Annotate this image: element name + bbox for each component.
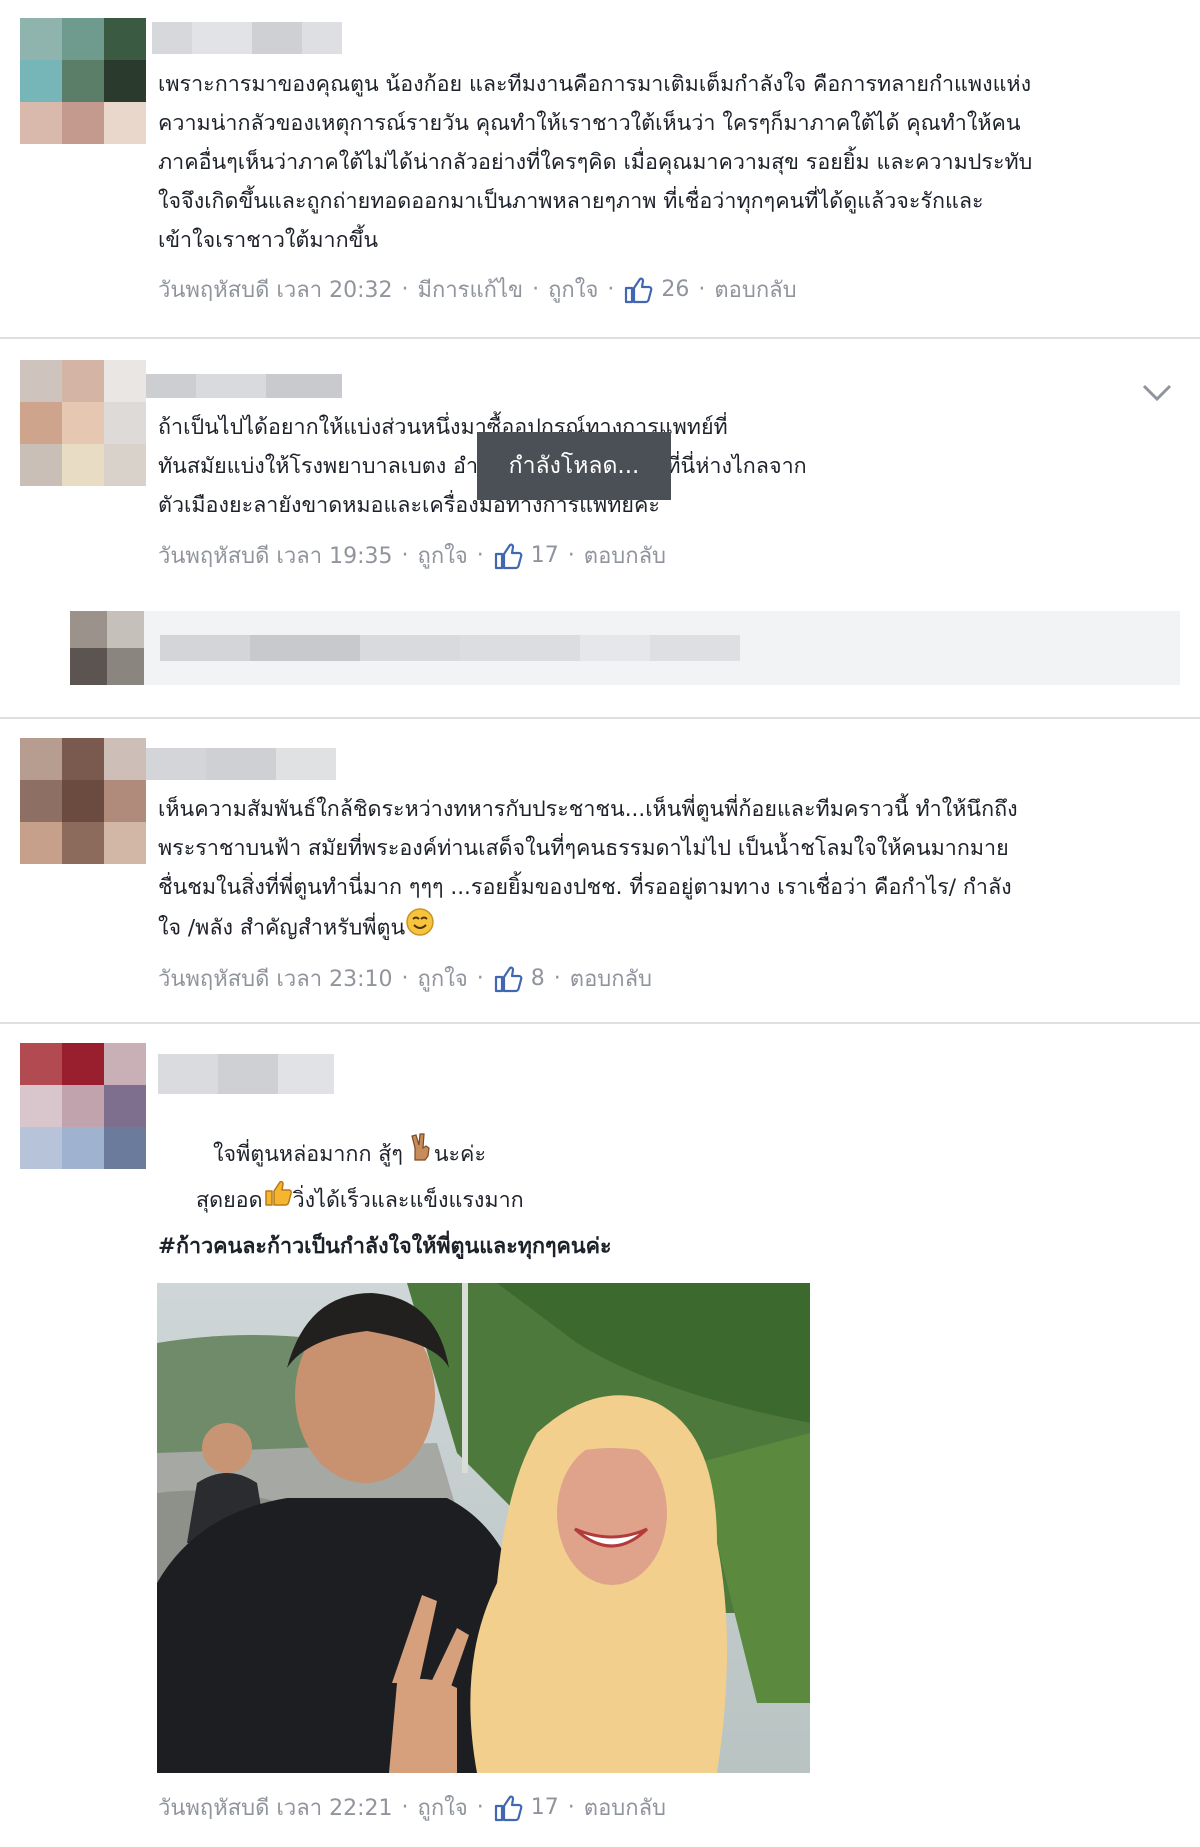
avatar[interactable] [20, 360, 146, 486]
comment-meta: วันพฤหัสบดี เวลา 22:21 · ถูกใจ · 17 · ตอ… [158, 1790, 666, 1825]
reply-preview-text [160, 635, 800, 661]
comment-text: เห็นความสัมพันธ์ใกล้ชิดระหว่างทหารกับประ… [158, 790, 1018, 950]
loading-tooltip: กำลังโหลด... [477, 432, 671, 500]
divider [0, 1022, 1200, 1024]
comment-photo[interactable] [157, 1283, 810, 1773]
comment-meta: วันพฤหัสบดี เวลา 23:10 · ถูกใจ · 8 · ตอบ… [158, 961, 652, 996]
hashtag[interactable]: #ก้าวคนละก้าวเป็นกำลังใจให้พี่ตูนและทุกๆ… [158, 1224, 612, 1269]
commenter-name[interactable] [146, 748, 336, 780]
avatar[interactable] [20, 1043, 146, 1169]
smiling-face-emoji-icon [405, 907, 435, 950]
like-count: 8 [530, 966, 545, 991]
chevron-down-icon[interactable] [1142, 383, 1172, 403]
commenter-name[interactable] [146, 374, 342, 398]
thumbs-up-emoji-icon [263, 1178, 293, 1224]
like-button[interactable]: ถูกใจ [418, 1790, 468, 1825]
timestamp[interactable]: วันพฤหัสบดี เวลา 23:10 [158, 961, 393, 996]
reply-button[interactable]: ตอบกลับ [584, 1790, 666, 1825]
divider [0, 337, 1200, 339]
like-count: 17 [530, 543, 559, 568]
edited-label[interactable]: มีการแก้ไข [418, 272, 524, 307]
thumbs-up-icon[interactable] [493, 1793, 523, 1823]
divider [0, 717, 1200, 719]
like-count: 17 [530, 1795, 559, 1820]
comment-meta: วันพฤหัสบดี เวลา 19:35 · ถูกใจ · 17 · ตอ… [158, 538, 666, 573]
reply-avatar [70, 611, 144, 685]
comment-text: ใจพี่ตูนหล่อมากก สู้ๆ นะค่ะ สุดยอด วิ่งได… [158, 1132, 612, 1269]
commenter-name[interactable] [158, 1054, 334, 1094]
thumbs-up-icon[interactable] [493, 541, 523, 571]
timestamp[interactable]: วันพฤหัสบดี เวลา 22:21 [158, 1790, 393, 1825]
thumbs-up-icon[interactable] [623, 275, 653, 305]
reply-button[interactable]: ตอบกลับ [714, 272, 796, 307]
avatar[interactable] [20, 738, 146, 864]
reply-preview[interactable] [70, 611, 1180, 685]
commenter-name[interactable] [152, 22, 342, 54]
comment-meta: วันพฤหัสบดี เวลา 20:32 · มีการแก้ไข · ถู… [158, 272, 797, 307]
like-button[interactable]: ถูกใจ [548, 272, 598, 307]
reply-button[interactable]: ตอบกลับ [570, 961, 652, 996]
timestamp[interactable]: วันพฤหัสบดี เวลา 20:32 [158, 272, 393, 307]
victory-hand-emoji-icon [410, 1132, 434, 1178]
like-button[interactable]: ถูกใจ [418, 538, 468, 573]
thumbs-up-icon[interactable] [493, 964, 523, 994]
like-button[interactable]: ถูกใจ [418, 961, 468, 996]
avatar[interactable] [20, 18, 146, 144]
like-count: 26 [661, 277, 690, 302]
timestamp[interactable]: วันพฤหัสบดี เวลา 19:35 [158, 538, 393, 573]
comment-text: เพราะการมาของคุณตูน น้องก้อย และทีมงานคื… [158, 72, 1033, 253]
reply-button[interactable]: ตอบกลับ [584, 538, 666, 573]
